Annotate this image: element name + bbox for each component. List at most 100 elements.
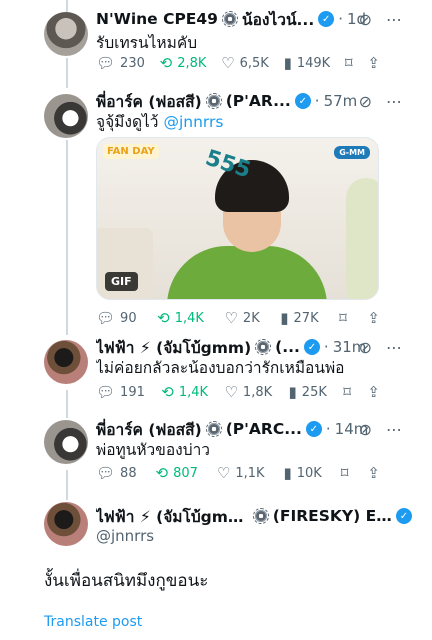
display-name[interactable]: ไฟฟ้า ⚡ (จัมโบ้gmm)	[96, 336, 251, 358]
reply-icon: 💬︎	[96, 383, 116, 401]
share-button[interactable]: ⇪	[367, 309, 380, 327]
views-button[interactable]: ▮ 25K	[289, 383, 327, 401]
heart-icon: ♡	[221, 54, 235, 72]
more-icon[interactable]: ⋯	[386, 338, 402, 357]
views-button[interactable]: ▮ 27K	[280, 309, 318, 327]
reply-button[interactable]: 💬︎ 88	[96, 464, 137, 482]
like-count: 6,5K	[239, 55, 269, 71]
tweet-text: พ่อทูนหัวของบ่าว	[96, 441, 210, 459]
display-name[interactable]: N'Wine CPE49	[96, 10, 218, 28]
affiliate-gear-icon	[205, 93, 222, 109]
verified-badge-icon: ✓	[294, 93, 311, 109]
affiliate-gear-icon	[252, 508, 269, 524]
reply-count: 88	[120, 465, 137, 481]
tweet-text: ไม่ค่อยกลัวละน้องบอกว่ารักเหมือนพ่อ	[96, 359, 345, 377]
user-handle[interactable]: @jnnrrs	[96, 527, 154, 545]
tweet[interactable]: N'Wine CPE49 น้องไวน์... ✓ · 1d ⊘ ⋯ รับเ…	[0, 0, 432, 86]
like-button[interactable]: ♡ 1,8K	[224, 383, 272, 401]
gif-badge: GIF	[105, 272, 138, 291]
display-name-suffix[interactable]: (...	[275, 338, 300, 356]
verified-badge-icon: ✓	[303, 339, 320, 355]
more-icon[interactable]: ⋯	[386, 10, 402, 29]
reply-icon: 💬︎	[96, 309, 116, 327]
share-icon: ⇪	[367, 383, 380, 401]
retweet-icon: ⟲	[159, 54, 173, 72]
tweet[interactable]: พี่อาร์ค (ฟอสสี) (P'ARC... ✓ · 14m ⊘ ⋯ พ…	[0, 416, 432, 496]
display-name-suffix[interactable]: (P'ARC...	[226, 420, 302, 438]
laugh-sticker: 555	[202, 145, 254, 184]
more-icon[interactable]: ⋯	[386, 420, 402, 439]
display-name-suffix[interactable]: น้องไวน์...	[242, 8, 314, 30]
reply-count: 90	[120, 310, 137, 326]
more-icon[interactable]: ⋯	[386, 92, 402, 111]
tweet-text: จูจุ้มึงดูไว้ @jnnrrs	[96, 112, 402, 132]
tweet-header-icons: ⊘ ⋯	[359, 338, 402, 357]
display-name[interactable]: ไฟฟ้า ⚡ (จัมโบ้gmm)	[96, 505, 249, 527]
translate-post-link[interactable]: Translate post	[44, 614, 142, 630]
like-count: 1,8K	[242, 384, 273, 400]
media-person-right	[346, 178, 378, 299]
bookmark-icon: ⌑	[344, 54, 353, 72]
grok-icon[interactable]: ⊘	[359, 420, 372, 439]
retweet-button[interactable]: ⟲ 1,4K	[157, 309, 204, 327]
bookmark-button[interactable]: ⌑	[339, 309, 347, 327]
avatar[interactable]	[44, 340, 88, 384]
views-button[interactable]: ▮ 10K	[283, 464, 321, 482]
tweet[interactable]: ไฟฟ้า ⚡ (จัมโบ้gmm) (... ✓ · 31m ⊘ ⋯ ไม่…	[0, 336, 432, 416]
affiliate-gear-icon	[205, 421, 222, 437]
mention-link[interactable]: @jnnrrs	[163, 113, 223, 131]
avatar[interactable]	[44, 94, 88, 138]
reply-button[interactable]: 💬︎ 191	[96, 383, 145, 401]
display-name[interactable]: พี่อาร์ค (ฟอสสี)	[96, 90, 202, 112]
share-button[interactable]: ⇪	[367, 54, 380, 72]
display-name[interactable]: พี่อาร์ค (ฟอสสี)	[96, 418, 202, 440]
tweet-header: ไฟฟ้า ⚡ (จัมโบ้gmm) (... ✓ · 31m	[96, 336, 388, 358]
gif-media[interactable]: FAN DAY G-MM 555 GIF	[96, 137, 379, 300]
heart-icon: ♡	[224, 309, 238, 327]
timestamp[interactable]: 57m	[324, 92, 358, 110]
retweet-icon: ⟲	[161, 383, 174, 401]
verified-badge-icon: ✓	[305, 421, 322, 437]
tweet-header: N'Wine CPE49 น้องไวน์... ✓ · 1d	[96, 8, 388, 30]
retweet-button[interactable]: ⟲ 1,4K	[161, 383, 208, 401]
affiliate-gear-icon	[221, 11, 238, 27]
views-button[interactable]: ▮ 149K	[284, 54, 331, 72]
reply-icon: 💬︎	[96, 464, 116, 482]
verified-badge-icon: ✓	[318, 11, 335, 27]
reply-button[interactable]: 💬︎ 230	[96, 54, 145, 72]
tweet-header-icons: ⊘ ⋯	[359, 92, 402, 111]
heart-icon: ♡	[216, 464, 231, 482]
action-bar: 💬︎ 88 ⟲ 807 ♡ 1,1K ▮ 10K ⌑ ⇪	[96, 464, 380, 482]
reply-button[interactable]: 💬︎ 90	[96, 309, 137, 327]
share-button[interactable]: ⇪	[367, 464, 380, 482]
grok-icon[interactable]: ⊘	[359, 338, 372, 357]
tweet-text: รับเทรนไหมคับ	[96, 34, 198, 52]
bookmark-icon: ⌑	[340, 464, 349, 482]
display-name-suffix[interactable]: (FIRESKY) E...	[273, 507, 392, 525]
like-button[interactable]: ♡ 6,5K	[221, 54, 269, 72]
verified-badge-icon: ✓	[396, 508, 412, 524]
retweet-button[interactable]: ⟲ 807	[156, 464, 198, 482]
reply-count: 191	[120, 384, 145, 400]
views-count: 25K	[301, 384, 327, 400]
share-button[interactable]: ⇪	[367, 383, 380, 401]
tweet-text: งั้นเพื่อนสนิทมึงกูขอนะ	[44, 571, 209, 591]
avatar[interactable]	[44, 12, 88, 56]
like-button[interactable]: ♡ 2K	[224, 309, 259, 327]
avatar[interactable]	[44, 420, 88, 464]
separator-dot: ·	[314, 92, 320, 110]
retweet-icon: ⟲	[157, 309, 170, 327]
bookmark-button[interactable]: ⌑	[345, 54, 353, 72]
bookmark-button[interactable]: ⌑	[341, 464, 349, 482]
bookmark-button[interactable]: ⌑	[343, 383, 351, 401]
show-logo: FAN DAY	[103, 144, 159, 159]
affiliate-gear-icon	[255, 339, 272, 355]
display-name-suffix[interactable]: (P'AR...	[226, 92, 291, 110]
bookmark-icon: ⌑	[339, 309, 347, 327]
avatar[interactable]	[44, 502, 88, 546]
like-button[interactable]: ♡ 1,1K	[217, 464, 265, 482]
heart-icon: ♡	[224, 383, 238, 401]
grok-icon[interactable]: ⊘	[359, 92, 372, 111]
retweet-button[interactable]: ⟲ 2,8K	[160, 54, 207, 72]
grok-icon[interactable]: ⊘	[359, 10, 372, 29]
